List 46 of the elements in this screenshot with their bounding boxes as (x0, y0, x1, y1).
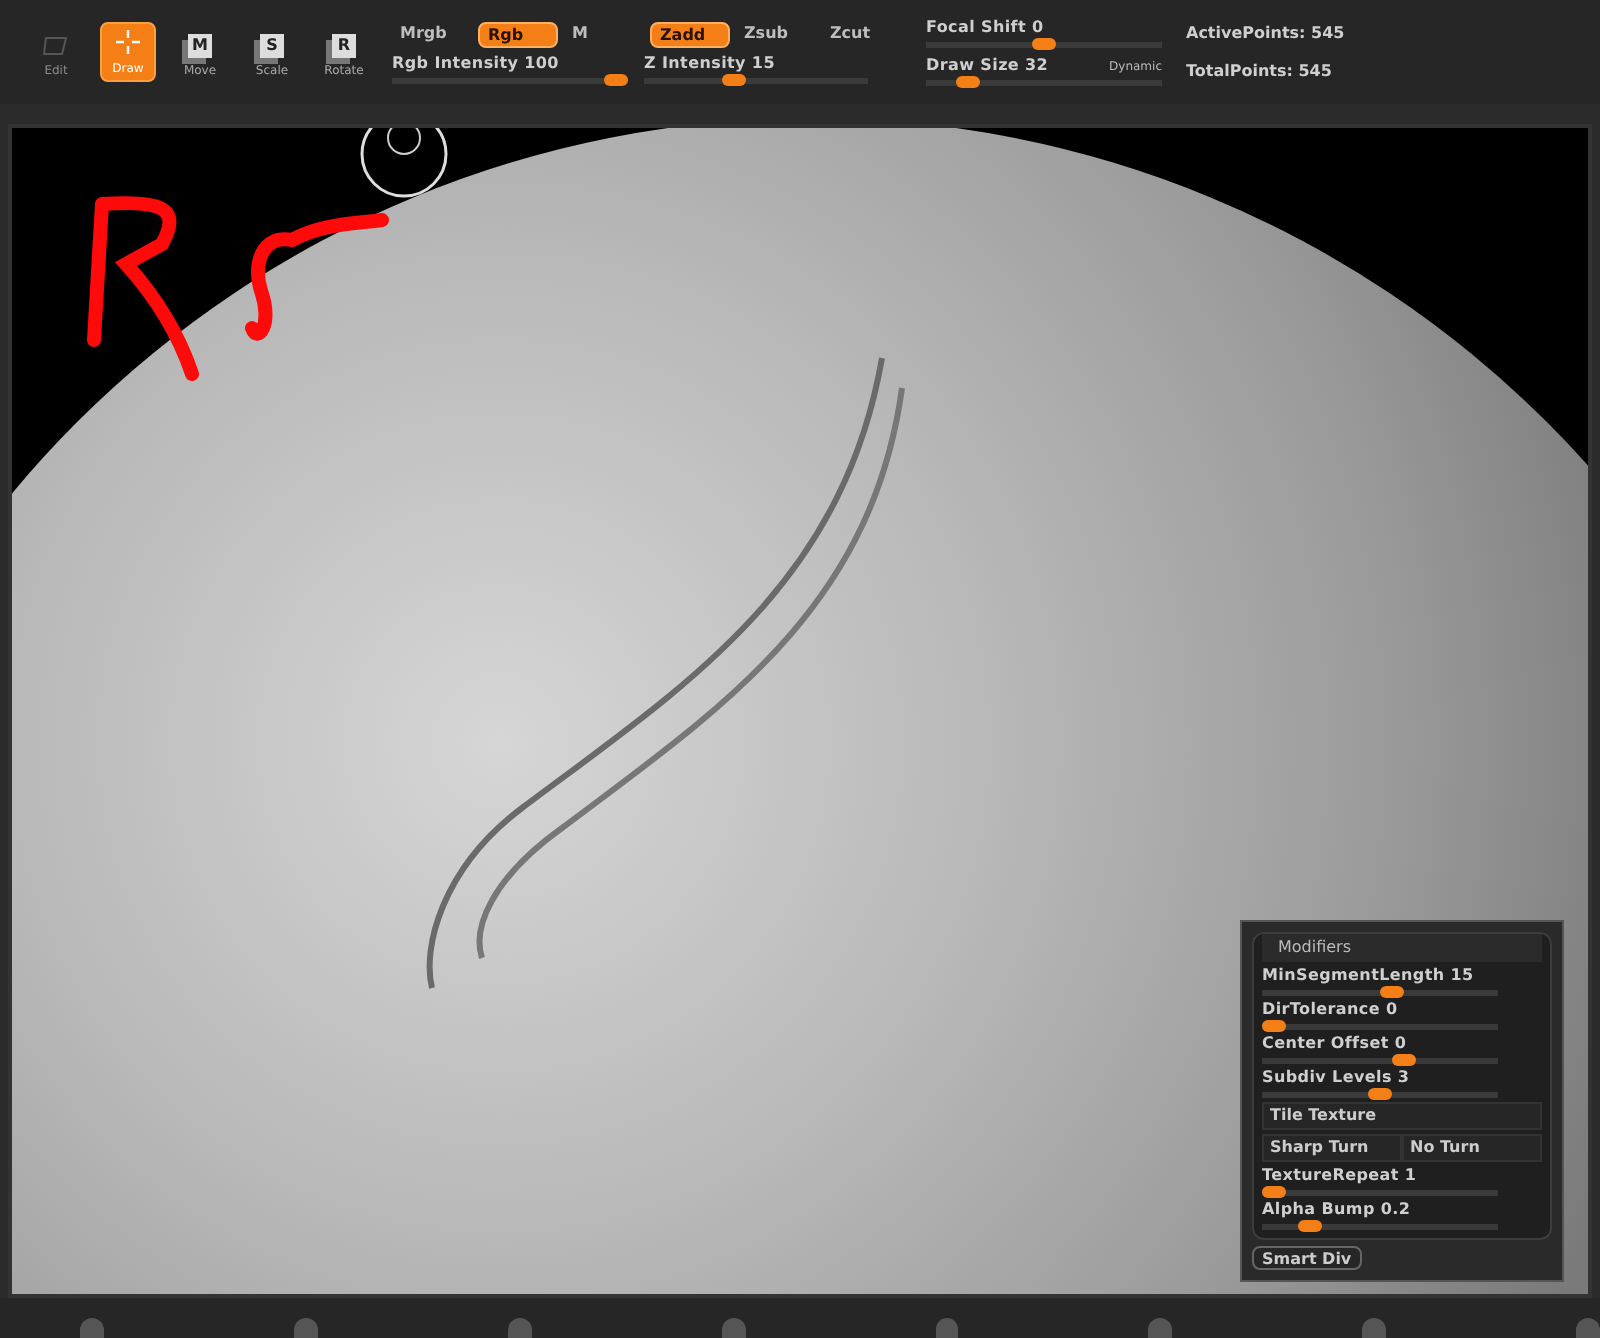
toggle-button[interactable]: Tile Texture (1262, 1102, 1542, 1130)
smart-div-button[interactable]: Smart Div (1252, 1246, 1362, 1270)
slider-label: Subdiv Levels 3 (1262, 1068, 1410, 1088)
brush-thumbnail[interactable] (1576, 1318, 1600, 1338)
slider-label: Draw Size 32 (926, 56, 1049, 76)
crosshair-icon (114, 28, 142, 56)
slider-thumb[interactable] (1032, 38, 1056, 50)
slider-thumb[interactable] (1391, 1054, 1416, 1066)
slider-thumb[interactable] (721, 73, 746, 85)
slider-thumb[interactable] (1379, 986, 1404, 998)
mode-button[interactable]: Zcut (822, 21, 902, 47)
slider-label: Center Offset 0 (1262, 1034, 1407, 1054)
slider-thumb[interactable] (1261, 1020, 1286, 1032)
slider-label: Alpha Bump 0.2 (1262, 1200, 1411, 1220)
brush-thumbnail[interactable] (935, 1318, 959, 1338)
slider-label: Z Intensity 15 (644, 53, 775, 73)
slider-label: DirTolerance 0 (1262, 1000, 1398, 1020)
slider-thumb[interactable] (956, 76, 981, 88)
brush-cursor-icon (358, 128, 450, 200)
brush-thumbnail[interactable] (507, 1318, 532, 1338)
brush-thumbnail[interactable] (1148, 1318, 1173, 1338)
tool-icon: S (260, 34, 284, 58)
tool-icon: M (188, 34, 212, 58)
slider-label: TextureRepeat 1 (1262, 1166, 1417, 1186)
brush-thumbnail[interactable] (80, 1318, 104, 1338)
mode-button[interactable]: M (564, 21, 644, 47)
points-stat: ActivePoints: 545 (1186, 21, 1345, 45)
mode-button[interactable]: Rgb (478, 21, 558, 47)
slider-thumb[interactable] (1261, 1186, 1286, 1198)
tool-icon: R (332, 34, 356, 58)
slider-label: Rgb Intensity 100 (392, 53, 559, 73)
slider-label: Focal Shift 0 (926, 18, 1044, 38)
mode-button[interactable]: Zsub (736, 21, 816, 47)
panel-title: Modifiers (1262, 934, 1542, 962)
brush-thumbnail[interactable] (721, 1318, 745, 1338)
slider-thumb[interactable] (1297, 1220, 1322, 1232)
mode-button[interactable]: Mrgb (392, 21, 472, 47)
slider-label: MinSegmentLength 15 (1262, 966, 1474, 986)
slider-thumb[interactable] (604, 73, 629, 85)
mode-button[interactable]: Zadd (650, 21, 730, 47)
toggle-button[interactable]: No Turn (1402, 1134, 1542, 1162)
toggle-button[interactable]: Sharp Turn (1262, 1134, 1402, 1162)
slider-thumb[interactable] (1368, 1088, 1392, 1100)
points-stat: TotalPoints: 545 (1186, 59, 1334, 83)
brush-thumbnail[interactable] (1362, 1318, 1387, 1338)
brush-thumbnail[interactable] (293, 1318, 318, 1338)
